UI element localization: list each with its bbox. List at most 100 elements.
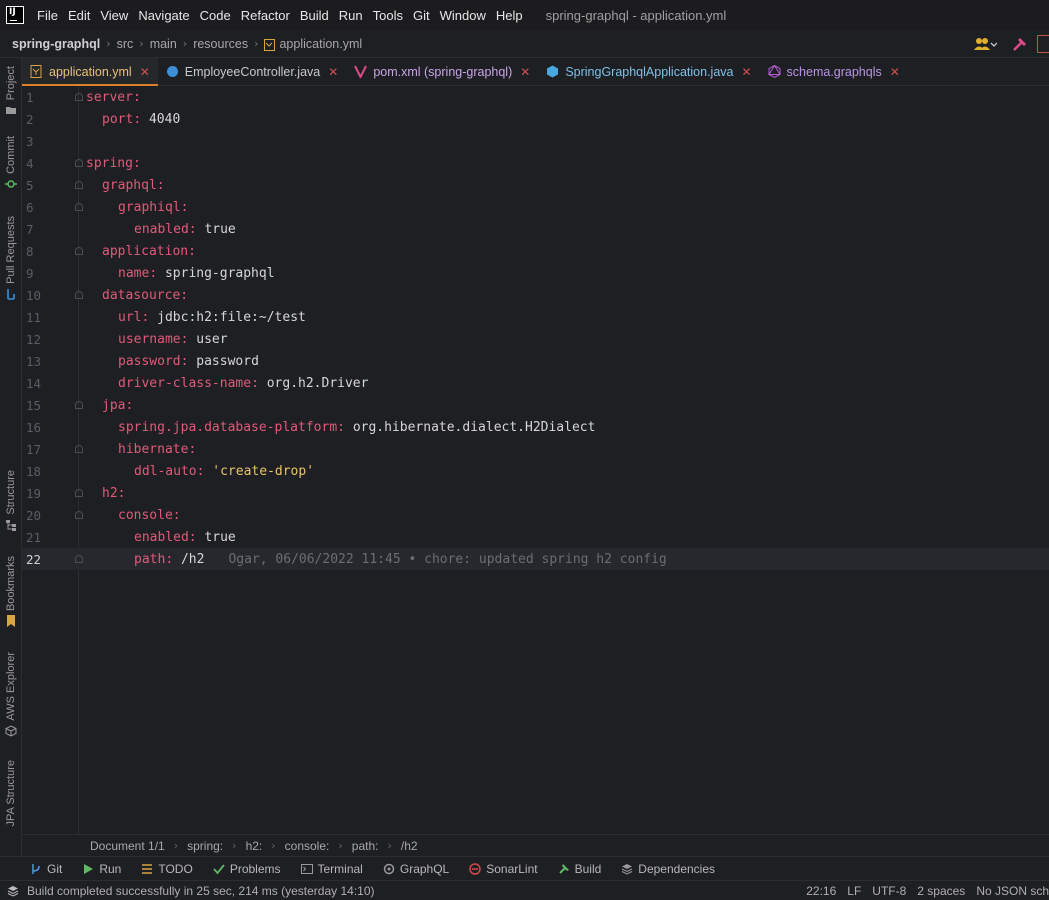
menu-tools[interactable]: Tools xyxy=(370,8,410,23)
breadcrumb-value[interactable]: /h2 xyxy=(401,839,418,853)
close-icon[interactable]: ✕ xyxy=(741,65,751,79)
line-number[interactable]: 6 xyxy=(22,200,58,215)
code-line[interactable]: 14 driver-class-name: org.h2.Driver xyxy=(22,372,1049,394)
code-line[interactable]: 1 server: xyxy=(22,86,1049,108)
line-number[interactable]: 20 xyxy=(22,508,58,523)
line-number[interactable]: 7 xyxy=(22,222,58,237)
git-blame-annotation[interactable]: Ogar, 06/06/2022 11:45 • chore: updated … xyxy=(228,552,666,567)
tab-spring-graphql-application[interactable]: SpringGraphqlApplication.java ✕ xyxy=(538,58,759,85)
line-number[interactable]: 15 xyxy=(22,398,58,413)
line-separator[interactable]: LF xyxy=(847,884,861,898)
breadcrumb-path[interactable]: path: xyxy=(352,839,379,853)
breadcrumb-h2[interactable]: h2: xyxy=(246,839,263,853)
indent-setting[interactable]: 2 spaces xyxy=(917,884,965,898)
tab-pom-xml[interactable]: pom.xml (spring-graphql) ✕ xyxy=(346,58,538,85)
nav-crumb-project[interactable]: spring-graphql xyxy=(12,37,100,51)
code-line[interactable]: 15 jpa: xyxy=(22,394,1049,416)
fold-marker-icon[interactable] xyxy=(72,178,86,192)
close-icon[interactable]: ✕ xyxy=(520,65,530,79)
fold-marker-icon[interactable] xyxy=(72,156,86,170)
line-number[interactable]: 5 xyxy=(22,178,58,193)
line-number[interactable]: 2 xyxy=(22,112,58,127)
status-message[interactable]: Build completed successfully in 25 sec, … xyxy=(27,884,375,898)
close-icon[interactable]: ✕ xyxy=(140,65,150,79)
tool-build[interactable]: Build xyxy=(558,862,601,876)
tab-schema-graphqls[interactable]: schema.graphqls ✕ xyxy=(760,58,908,85)
code-line[interactable]: 5 graphql: xyxy=(22,174,1049,196)
menu-file[interactable]: File xyxy=(34,8,65,23)
run-configuration-selector[interactable] xyxy=(1037,35,1049,53)
build-hammer-icon[interactable] xyxy=(1011,35,1029,53)
code-line[interactable]: 18 ddl-auto: 'create-drop' xyxy=(22,460,1049,482)
code-editor[interactable]: 1 server: 2 port: 4040 3 4 spring: 5 graphql: … xyxy=(22,86,1049,834)
fold-marker-icon[interactable] xyxy=(72,244,86,258)
fold-marker-icon[interactable] xyxy=(72,90,86,104)
line-number[interactable]: 13 xyxy=(22,354,58,369)
menu-edit[interactable]: Edit xyxy=(65,8,97,23)
caret-position[interactable]: 22:16 xyxy=(806,884,836,898)
fold-marker-icon[interactable] xyxy=(72,288,86,302)
menu-refactor[interactable]: Refactor xyxy=(238,8,297,23)
code-line[interactable]: 4 spring: xyxy=(22,152,1049,174)
nav-crumb-main[interactable]: main xyxy=(150,37,177,51)
fold-marker-icon[interactable] xyxy=(72,398,86,412)
tool-bookmarks[interactable]: Bookmarks xyxy=(0,556,22,628)
tool-todo[interactable]: TODO xyxy=(141,862,193,876)
close-icon[interactable]: ✕ xyxy=(890,65,900,79)
menu-view[interactable]: View xyxy=(97,8,135,23)
layers-icon[interactable] xyxy=(7,885,19,897)
menu-git[interactable]: Git xyxy=(410,8,437,23)
tool-terminal[interactable]: Terminal xyxy=(300,862,363,876)
fold-marker-icon[interactable] xyxy=(72,552,86,566)
line-number[interactable]: 11 xyxy=(22,310,58,325)
menu-navigate[interactable]: Navigate xyxy=(135,8,196,23)
tool-project[interactable]: Project xyxy=(0,66,22,116)
menu-help[interactable]: Help xyxy=(493,8,530,23)
tool-git[interactable]: Git xyxy=(30,862,62,876)
line-number[interactable]: 17 xyxy=(22,442,58,457)
menu-window[interactable]: Window xyxy=(437,8,493,23)
line-number[interactable]: 22 xyxy=(22,552,58,567)
line-number[interactable]: 9 xyxy=(22,266,58,281)
fold-marker-icon[interactable] xyxy=(72,442,86,456)
code-line[interactable]: 20 console: xyxy=(22,504,1049,526)
line-number[interactable]: 18 xyxy=(22,464,58,479)
tool-problems[interactable]: Problems xyxy=(213,862,281,876)
json-schema[interactable]: No JSON sch xyxy=(976,884,1049,898)
menu-build[interactable]: Build xyxy=(297,8,336,23)
tool-dependencies[interactable]: Dependencies xyxy=(621,862,715,876)
fold-marker-icon[interactable] xyxy=(72,508,86,522)
code-line[interactable]: 13 password: password xyxy=(22,350,1049,372)
code-line[interactable]: 9 name: spring-graphql xyxy=(22,262,1049,284)
line-number[interactable]: 10 xyxy=(22,288,58,303)
tool-pull-requests[interactable]: Pull Requests xyxy=(0,216,22,300)
code-line[interactable]: 3 xyxy=(22,130,1049,152)
line-number[interactable]: 16 xyxy=(22,420,58,435)
line-number[interactable]: 21 xyxy=(22,530,58,545)
tool-sonarlint[interactable]: SonarLint xyxy=(469,862,538,876)
code-line[interactable]: 2 port: 4040 xyxy=(22,108,1049,130)
breadcrumb-document[interactable]: Document 1/1 xyxy=(90,839,165,853)
tab-application-yml[interactable]: application.yml ✕ xyxy=(22,58,158,86)
code-line[interactable]: 16 spring.jpa.database-platform: org.hibe… xyxy=(22,416,1049,438)
tool-structure[interactable]: Structure xyxy=(0,470,22,531)
menu-run[interactable]: Run xyxy=(336,8,370,23)
close-icon[interactable]: ✕ xyxy=(328,65,338,79)
breadcrumb-spring[interactable]: spring: xyxy=(187,839,223,853)
nav-crumb-file[interactable]: application.yml xyxy=(279,37,362,51)
fold-marker-icon[interactable] xyxy=(72,200,86,214)
file-encoding[interactable]: UTF-8 xyxy=(872,884,906,898)
tool-jpa-structure[interactable]: JPA Structure xyxy=(0,760,22,826)
intellij-logo-icon[interactable] xyxy=(6,6,24,24)
line-number[interactable]: 1 xyxy=(22,90,58,105)
tab-employee-controller[interactable]: EmployeeController.java ✕ xyxy=(158,58,347,85)
code-line[interactable]: 8 application: xyxy=(22,240,1049,262)
tool-graphql[interactable]: GraphQL xyxy=(383,862,449,876)
code-with-me-users-icon[interactable] xyxy=(973,36,997,52)
line-number[interactable]: 14 xyxy=(22,376,58,391)
code-line[interactable]: 6 graphiql: xyxy=(22,196,1049,218)
line-number[interactable]: 12 xyxy=(22,332,58,347)
line-number[interactable]: 3 xyxy=(22,134,58,149)
code-line[interactable]: 17 hibernate: xyxy=(22,438,1049,460)
nav-crumb-resources[interactable]: resources xyxy=(193,37,248,51)
